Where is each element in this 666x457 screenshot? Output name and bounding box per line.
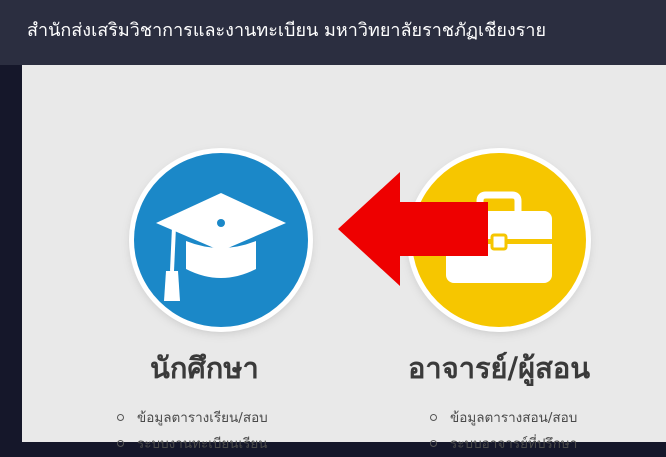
red-arrow-left-icon [338, 172, 488, 286]
student-card: นักศึกษา ข้อมูลตารางเรียน/สอบ ระบบงานทะเ… [22, 65, 332, 452]
teacher-link-label: ข้อมูลตารางสอน/สอบ [450, 410, 578, 426]
student-heading: นักศึกษา [150, 351, 259, 385]
teacher-menu: ข้อมูลตารางสอน/สอบ ระบบอาจารย์ที่ปรึกษา [430, 405, 577, 457]
bullet-icon [117, 440, 124, 447]
teacher-heading: อาจารย์/ผู้สอน [408, 351, 591, 385]
student-menu: ข้อมูลตารางเรียน/สอบ ระบบงานทะเบียนเรียน [117, 405, 268, 457]
top-header-bar: สำนักส่งเสริมวิชาการและงานทะเบียน มหาวิท… [0, 0, 666, 65]
student-link-label: ระบบงานทะเบียนเรียน [137, 436, 268, 452]
teacher-link-advisor[interactable]: ระบบอาจารย์ที่ปรึกษา [430, 431, 577, 457]
student-link-registration[interactable]: ระบบงานทะเบียนเรียน [117, 431, 268, 457]
bullet-icon [117, 414, 124, 421]
student-link-label: ข้อมูลตารางเรียน/สอบ [137, 410, 268, 426]
student-link-schedule[interactable]: ข้อมูลตารางเรียน/สอบ [117, 405, 268, 431]
site-title: สำนักส่งเสริมวิชาการและงานทะเบียน มหาวิท… [27, 20, 547, 41]
graduation-cap-icon [156, 193, 286, 301]
bullet-icon [430, 414, 437, 421]
teacher-link-schedule[interactable]: ข้อมูลตารางสอน/สอบ [430, 405, 577, 431]
bullet-icon [430, 440, 437, 447]
teacher-link-label: ระบบอาจารย์ที่ปรึกษา [450, 436, 578, 452]
student-portal-button[interactable] [134, 153, 308, 327]
